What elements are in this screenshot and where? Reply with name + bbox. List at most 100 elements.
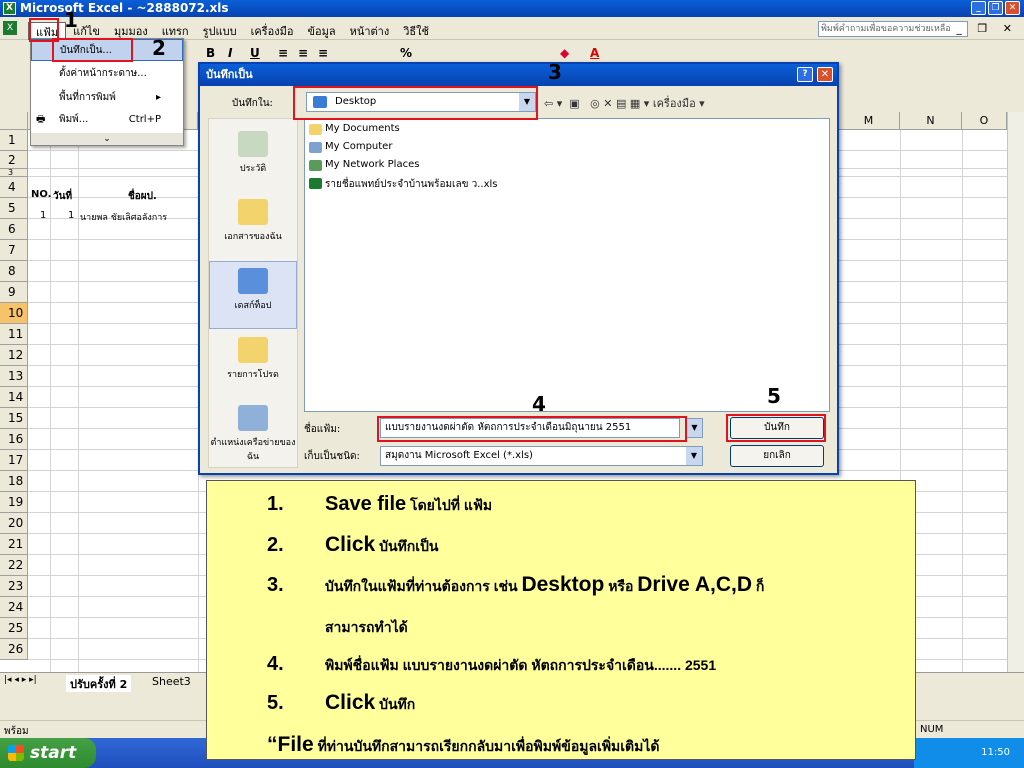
workbook-window-buttons[interactable]: _ ❐ ✕ (956, 22, 1018, 35)
row-header[interactable]: 24 (0, 597, 28, 618)
filetype-dropdown[interactable]: สมุดงาน Microsoft Excel (*.xls) ▼ (380, 446, 703, 466)
place-desktop[interactable]: เดสก์ท็อป (209, 261, 297, 329)
computer-icon (309, 142, 322, 153)
row-header[interactable]: 12 (0, 345, 28, 366)
step-text: บันทึก (375, 696, 416, 712)
callout-box-2 (52, 38, 133, 62)
expand-menu-chevron-icon[interactable]: ⌄ (31, 133, 183, 145)
align-right-icon[interactable]: ≡ (318, 46, 328, 60)
delete-icon[interactable]: ✕ (603, 97, 612, 110)
dialog-close-button[interactable]: ✕ (817, 67, 833, 82)
row-header[interactable]: 25 (0, 618, 28, 639)
row-header[interactable]: 23 (0, 576, 28, 597)
bold-button[interactable]: B (206, 46, 215, 60)
menu-item-print[interactable]: 🖶 พิมพ์... Ctrl+P (31, 109, 183, 131)
menu-format[interactable]: รูปแบบ (196, 22, 244, 42)
font-color-icon[interactable]: A (590, 46, 599, 60)
step-4: 4. พิมพ์ชื่อแฟ้ม แบบรายงานงดผ่าตัด หัตถกา… (267, 653, 716, 677)
menu-tools[interactable]: เครื่องมือ (244, 22, 301, 42)
list-item[interactable]: รายชื่อแพทย์ประจำบ้านพร้อมเลข ว..xls (309, 177, 498, 192)
menu-item-print-area[interactable]: พื้นที่การพิมพ์ ▸ (31, 87, 183, 109)
new-folder-icon[interactable]: ▤ (616, 97, 626, 110)
row-header[interactable]: 13 (0, 366, 28, 387)
menu-window[interactable]: หน้าต่าง (343, 22, 397, 42)
menu-help[interactable]: วิธีใช้ (396, 22, 436, 42)
row-header[interactable]: 2 (0, 151, 28, 169)
row-header[interactable]: 19 (0, 492, 28, 513)
row-header[interactable]: 3 (0, 169, 28, 177)
cancel-button[interactable]: ยกเลิก (730, 445, 824, 467)
percent-button[interactable]: % (400, 46, 412, 60)
place-favorites[interactable]: รายการโปรด (209, 331, 297, 399)
sheet-tab-active[interactable]: ปรับครั้งที่ 2 (66, 675, 132, 693)
file-list[interactable]: My Documents My Computer My Network Plac… (304, 118, 830, 412)
menu-data[interactable]: ข้อมูล (300, 22, 342, 42)
minimize-button[interactable]: _ (971, 1, 986, 15)
underline-button[interactable]: U (250, 46, 260, 60)
select-all-corner[interactable] (0, 112, 28, 130)
fill-color-icon[interactable]: ◆ (560, 46, 569, 60)
row-header[interactable]: 4 (0, 177, 28, 198)
chevron-down-icon[interactable]: ▼ (686, 447, 702, 465)
start-button[interactable]: start (0, 738, 96, 768)
network-places-icon (309, 160, 322, 171)
row-header[interactable]: 14 (0, 387, 28, 408)
row-header[interactable]: 1 (0, 130, 28, 151)
align-left-icon[interactable]: ≡ (278, 46, 288, 60)
back-icon[interactable]: ⇦ ▾ (544, 97, 562, 110)
place-my-documents[interactable]: เอกสารของฉัน (209, 193, 297, 261)
step-1: 1. Save file โดยไปที่ แฟ้ม (267, 493, 492, 517)
row-header[interactable]: 8 (0, 261, 28, 282)
row-header[interactable]: 22 (0, 555, 28, 576)
help-button[interactable]: ? (797, 67, 813, 82)
step-number: 1. (267, 493, 284, 515)
up-folder-icon[interactable]: ▣ (569, 97, 579, 110)
italic-button[interactable]: I (228, 46, 232, 60)
step-text: ก็ (752, 578, 765, 594)
place-label: เอกสารของฉัน (224, 232, 282, 242)
column-header-m[interactable]: M (838, 112, 900, 130)
row-header[interactable]: 11 (0, 324, 28, 345)
search-web-icon[interactable]: ◎ (590, 97, 600, 110)
row-header[interactable]: 6 (0, 219, 28, 240)
views-icon[interactable]: ▦ ▾ (630, 97, 649, 110)
header-no: NO. (31, 189, 52, 200)
list-item[interactable]: My Network Places (309, 159, 420, 171)
row-header[interactable]: 26 (0, 639, 28, 660)
place-history[interactable]: ประวัติ (209, 125, 297, 193)
align-center-icon[interactable]: ≡ (298, 46, 308, 60)
sheet-tab-sheet3[interactable]: Sheet3 (152, 675, 191, 688)
callout-number-3: 3 (548, 60, 562, 84)
row-header[interactable]: 9 (0, 282, 28, 303)
row-header[interactable]: 15 (0, 408, 28, 429)
tab-nav-arrows[interactable]: |◂ ◂ ▸ ▸| (4, 675, 37, 685)
list-item[interactable]: My Computer (309, 141, 392, 153)
place-network[interactable]: ตำแหน่งเครือข่ายของฉัน (209, 399, 297, 467)
submenu-arrow-icon: ▸ (155, 92, 161, 103)
help-search-input[interactable]: พิมพ์คำถามเพื่อขอความช่วยเหลือ (818, 21, 968, 37)
row-header[interactable]: 21 (0, 534, 28, 555)
file-name: My Documents (325, 123, 400, 134)
final-note: “File ที่ท่านบันทึกสามารถเรียกกลับมาเพื่… (267, 733, 660, 758)
close-button[interactable]: ✕ (1005, 1, 1020, 15)
file-name: My Network Places (325, 159, 420, 170)
row-header[interactable]: 5 (0, 198, 28, 219)
vertical-scrollbar[interactable] (1007, 112, 1024, 672)
filename-dropdown-icon[interactable]: ▼ (686, 418, 703, 438)
row-header[interactable]: 7 (0, 240, 28, 261)
workbook-icon[interactable]: X (3, 21, 17, 35)
list-item[interactable]: My Documents (309, 123, 400, 135)
column-header-n[interactable]: N (900, 112, 962, 130)
row-header[interactable]: 10 (0, 303, 28, 324)
restore-button[interactable]: ❐ (988, 1, 1003, 15)
tools-menu[interactable]: เครื่องมือ (653, 97, 696, 110)
menu-item-page-setup[interactable]: ตั้งค่าหน้ากระดาษ... (31, 63, 183, 85)
step-text: Desktop (521, 573, 605, 596)
row-header[interactable]: 20 (0, 513, 28, 534)
row-header[interactable]: 17 (0, 450, 28, 471)
clock[interactable]: 11:50 (981, 747, 1010, 758)
row-header[interactable]: 16 (0, 429, 28, 450)
step-text: พิมพ์ชื่อแฟ้ม แบบรายงานงดผ่าตัด หัตถการป… (325, 657, 717, 673)
column-header-o[interactable]: O (962, 112, 1007, 130)
row-header[interactable]: 18 (0, 471, 28, 492)
